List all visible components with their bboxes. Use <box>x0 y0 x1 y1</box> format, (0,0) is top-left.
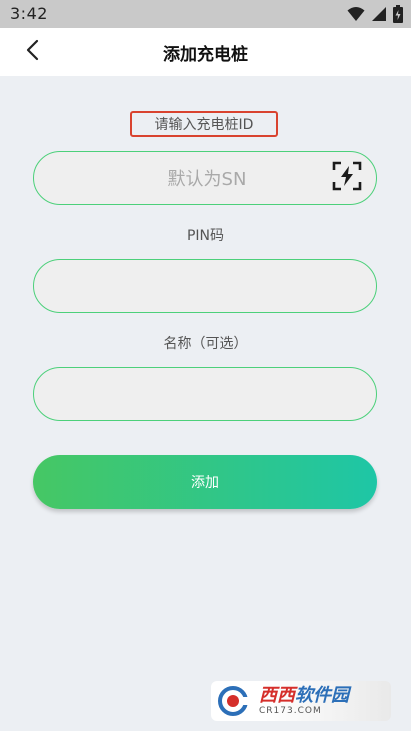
charger-id-field <box>33 151 380 206</box>
pin-input[interactable] <box>34 260 380 314</box>
scan-charge-icon <box>332 161 362 195</box>
watermark-brand-blue: 软件园 <box>295 684 349 706</box>
name-field <box>33 367 380 422</box>
status-icons <box>347 5 403 27</box>
name-input[interactable] <box>34 368 380 422</box>
status-bar: 3:42 <box>0 0 411 28</box>
wifi-icon <box>347 6 365 26</box>
add-button[interactable]: 添加 <box>33 455 377 509</box>
name-label: 名称（可选） <box>163 336 248 352</box>
cellular-signal-icon <box>371 6 387 26</box>
watermark-domain: CR173.COM <box>259 705 322 716</box>
app-bar: 添加充电桩 <box>0 28 411 76</box>
battery-icon <box>393 5 403 27</box>
page-title: 添加充电桩 <box>163 45 248 65</box>
charger-id-input[interactable] <box>34 152 380 206</box>
pin-field <box>33 259 380 314</box>
watermark-logo-icon <box>217 683 253 719</box>
pin-label: PIN码 <box>186 228 225 244</box>
scan-button[interactable] <box>332 161 362 195</box>
watermark-text: 西西软件园 CR173.COM <box>259 684 349 716</box>
watermark-brand-red: 西西 <box>259 684 295 706</box>
site-watermark: 西西软件园 CR173.COM <box>211 681 391 721</box>
charger-id-label: 请输入充电桩ID <box>130 111 278 137</box>
status-time: 3:42 <box>10 4 48 23</box>
